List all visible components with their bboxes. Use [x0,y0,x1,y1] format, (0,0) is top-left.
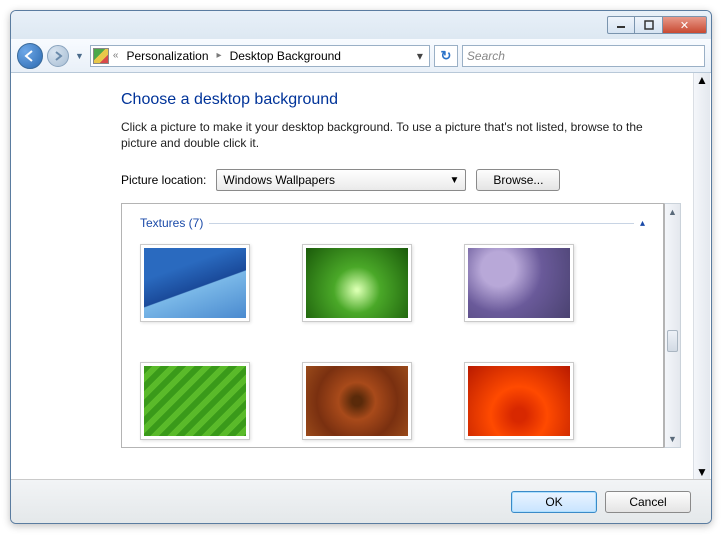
browse-button-label: Browse... [493,173,543,187]
picture-location-row: Picture location: Windows Wallpapers ▼ B… [121,169,671,191]
gallery-container: Textures (7) ▴ ▲ ▼ [121,203,681,448]
picture-location-label: Picture location: [121,173,206,187]
ok-button[interactable]: OK [511,491,597,513]
wallpaper-thumb-grass[interactable] [302,244,412,322]
breadcrumb-personalization[interactable]: Personalization [122,49,212,63]
search-input[interactable]: Search [462,45,705,67]
personalization-icon [93,48,109,64]
search-placeholder: Search [467,49,505,63]
dialog-footer: OK Cancel [11,479,711,523]
wallpaper-thumb-pebbles[interactable] [464,244,574,322]
address-dropdown[interactable]: ▾ [413,49,427,63]
breadcrumb-desktop-background[interactable]: Desktop Background [226,49,345,63]
wallpaper-thumb-fish[interactable] [140,244,250,322]
maximize-icon [644,20,654,30]
scroll-down-icon: ▼ [668,431,677,447]
scroll-up-icon: ▲ [668,204,677,220]
thumb-image [144,248,246,318]
thumb-image [306,248,408,318]
window: ✕ ▼ « Personalization ▸ Desktop Backgrou… [10,10,712,524]
thumb-image [468,366,570,436]
page-title: Choose a desktop background [121,91,671,109]
close-button[interactable]: ✕ [663,16,707,34]
wallpaper-gallery: Textures (7) ▴ [121,203,664,448]
scroll-down-icon: ▼ [696,465,708,479]
group-divider [209,223,634,224]
content-scrollbar[interactable]: ▲ ▼ [693,73,710,479]
content-pane: Choose a desktop background Click a pict… [11,73,711,479]
address-bar[interactable]: « Personalization ▸ Desktop Background ▾ [90,45,430,67]
collapse-caret-icon: ▴ [640,218,645,229]
scroll-up-icon: ▲ [696,73,708,87]
wallpaper-thumb-flower[interactable] [464,362,574,440]
thumb-image [306,366,408,436]
back-button[interactable] [17,43,43,69]
back-arrow-icon [23,49,37,63]
refresh-icon: ↻ [440,48,451,64]
title-bar: ✕ [11,11,711,39]
minimize-button[interactable] [607,16,635,34]
nav-bar: ▼ « Personalization ▸ Desktop Background… [11,39,711,73]
breadcrumb-separator: ▸ [215,50,224,61]
thumb-image [144,366,246,436]
minimize-icon [616,20,626,30]
group-title: Textures (7) [140,216,203,230]
close-icon: ✕ [680,19,689,32]
forward-button[interactable] [47,45,69,67]
thumb-image [468,248,570,318]
maximize-button[interactable] [635,16,663,34]
scroll-thumb[interactable] [667,330,678,352]
browse-button[interactable]: Browse... [476,169,560,191]
wallpaper-thumb-leaf[interactable] [140,362,250,440]
ok-button-label: OK [545,495,562,509]
refresh-button[interactable]: ↻ [434,45,458,67]
recent-pages-dropdown[interactable]: ▼ [73,51,86,61]
forward-arrow-icon [52,50,64,62]
picture-location-value: Windows Wallpapers [223,173,335,187]
page-description: Click a picture to make it your desktop … [121,119,671,151]
wallpaper-thumb-wood[interactable] [302,362,412,440]
picture-location-combo[interactable]: Windows Wallpapers ▼ [216,169,466,191]
chevron-down-icon: ▼ [449,175,459,186]
thumbnail-grid [140,244,645,440]
gallery-scrollbar[interactable]: ▲ ▼ [664,203,681,448]
cancel-button[interactable]: Cancel [605,491,691,513]
group-header-textures[interactable]: Textures (7) ▴ [140,216,645,230]
cancel-button-label: Cancel [629,495,666,509]
breadcrumb-prefix: « [111,50,121,61]
